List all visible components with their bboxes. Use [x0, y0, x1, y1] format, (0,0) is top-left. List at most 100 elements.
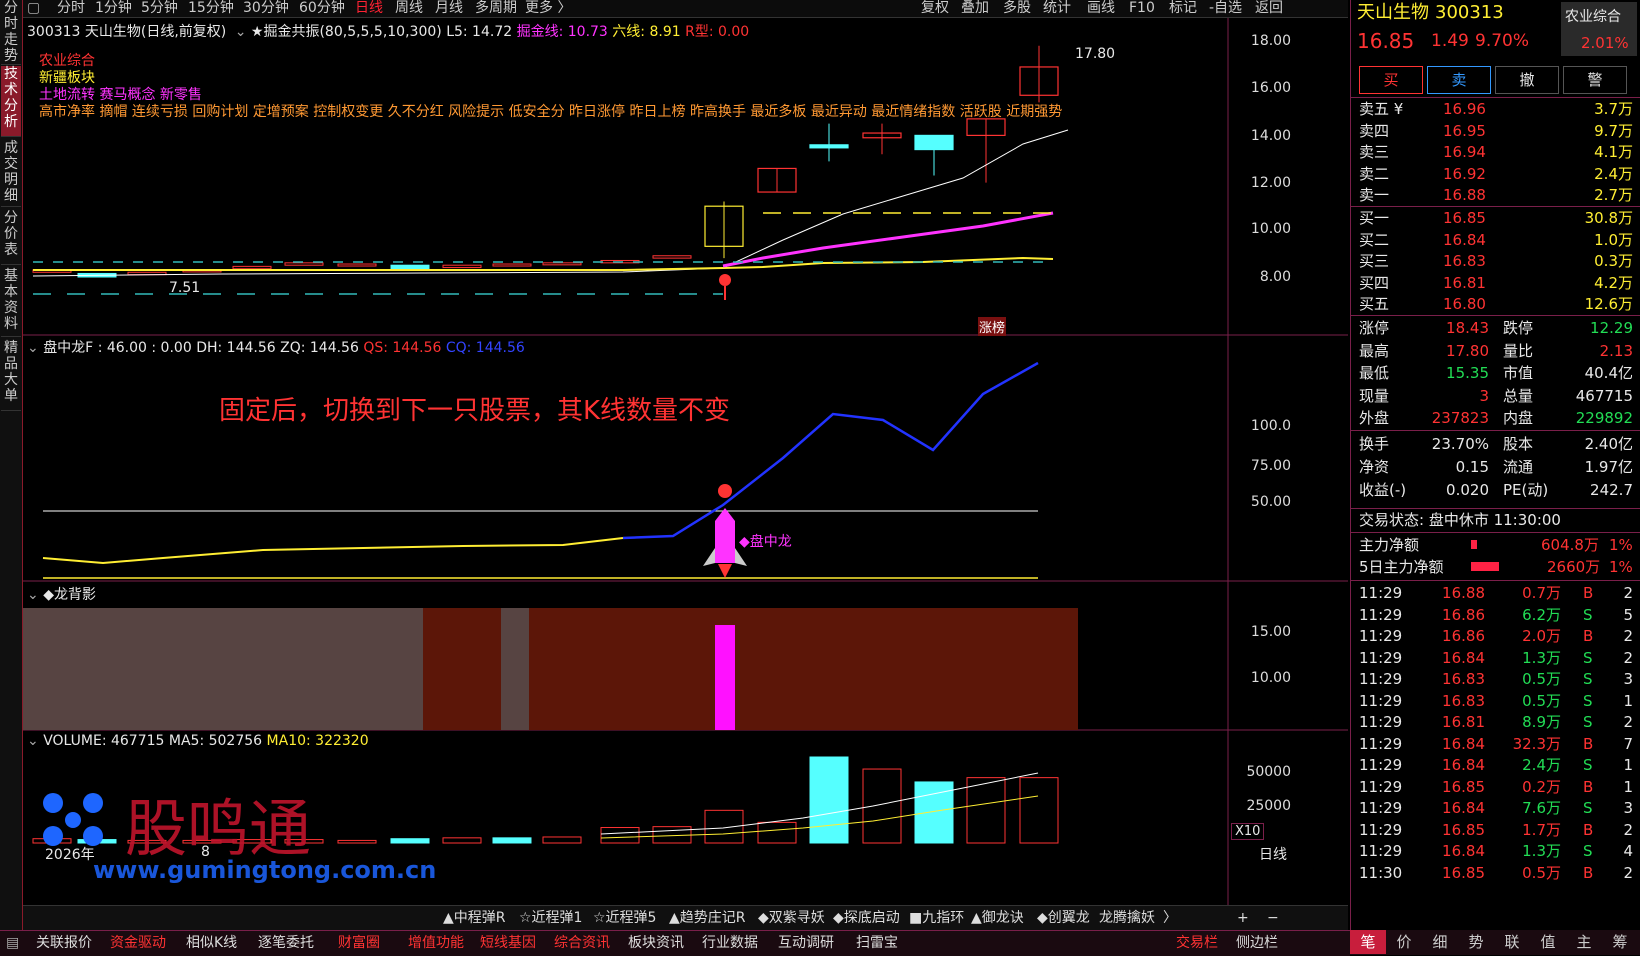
sell-button[interactable]: 卖 [1427, 66, 1491, 94]
bottom-function-item[interactable]: 扫雷宝 [856, 931, 898, 955]
tool-button[interactable]: 统计 [1043, 0, 1071, 16]
chart-area[interactable]: 300313 天山生物(日线,前复权) ⌄ ★掘金共振(80,5,5,5,10,… [23, 18, 1348, 906]
detail-tab[interactable]: 势 [1458, 930, 1494, 954]
left-tab-1[interactable]: 技术分析 [1, 66, 21, 137]
left-tab-3[interactable]: 分价表 [1, 210, 21, 265]
indicator-toggle-icon[interactable]: ⌄ [235, 24, 247, 40]
period-tab[interactable]: 周线 [395, 0, 423, 16]
bottom-function-item[interactable]: 逐笔委托 [258, 931, 314, 955]
volume-title[interactable]: VOLUME: 467715 [43, 733, 164, 749]
tick-price: 16.83 [1442, 691, 1485, 710]
indicator-tab[interactable]: ◆创翼龙 [1037, 906, 1090, 930]
detail-tab[interactable]: 细 [1422, 930, 1458, 954]
ask-row[interactable]: 卖四 16.95 9.7万 [1351, 120, 1640, 142]
panel-toggle-icon[interactable]: ▢ [27, 0, 40, 16]
bid-row[interactable]: 买三 16.83 0.3万 [1351, 250, 1640, 272]
bid-row[interactable]: 买一 16.85 30.8万 [1351, 207, 1640, 229]
indicator-tab[interactable]: 龙腾擒妖 [1099, 906, 1155, 930]
zhangbang-badge[interactable]: 涨榜 [978, 317, 1007, 336]
bottom-function-item[interactable]: 相似K线 [186, 931, 237, 955]
bottom-function-item[interactable]: 互动调研 [778, 931, 834, 955]
left-tab-5[interactable]: 精品大单 [1, 340, 21, 411]
detail-tab[interactable]: 联 [1494, 930, 1530, 954]
left-tab-4[interactable]: 基本资料 [1, 268, 21, 337]
period-tab[interactable]: 分时 [57, 0, 85, 16]
bid-row[interactable]: 买二 16.84 1.0万 [1351, 229, 1640, 251]
bottom-function-item[interactable]: 短线基因 [480, 931, 536, 955]
period-tab[interactable]: 月线 [435, 0, 463, 16]
detail-tab[interactable]: 笔 [1350, 930, 1386, 954]
detail-tab[interactable]: 价 [1386, 930, 1422, 954]
x10-badge[interactable]: X10 [1231, 823, 1265, 840]
tool-button[interactable]: 叠加 [961, 0, 989, 16]
tool-button[interactable]: -自选 [1209, 0, 1242, 16]
left-tab-2[interactable]: 成交明细 [1, 140, 21, 207]
indicator-toggle-icon[interactable]: ⌄ [27, 733, 39, 749]
longbei-title[interactable]: ◆龙背影 [43, 587, 96, 603]
indicator-tab[interactable]: ■九指环 [909, 906, 964, 930]
period-tab[interactable]: 60分钟 [299, 0, 345, 16]
bottom-function-item[interactable]: 行业数据 [702, 931, 758, 955]
bottom-function-item[interactable]: 资金驱动 [110, 931, 166, 955]
period-tab[interactable]: 5分钟 [141, 0, 178, 16]
indicator-tab[interactable]: ◆双紫寻妖 [758, 906, 825, 930]
period-tab[interactable]: 多周期 [475, 0, 517, 16]
tool-button[interactable]: 标记 [1169, 0, 1197, 16]
volume-bar [542, 836, 582, 844]
tool-button[interactable]: 复权 [921, 0, 949, 16]
bid-row[interactable]: 买四 16.81 4.2万 [1351, 272, 1640, 294]
indicator-tab[interactable]: ▲御龙诀 [971, 906, 1024, 930]
warning-tags[interactable]: 高市净率 摘帽 连续亏损 回购计划 定增预案 控制权变更 久不分红 风险提示 低… [39, 101, 1062, 121]
bottom-function-item[interactable]: 综合资讯 [554, 931, 610, 955]
period-tab[interactable]: 日线 [355, 0, 383, 16]
bottom-function-item[interactable]: 增值功能 [408, 931, 464, 955]
indicator-toggle-icon[interactable]: ⌄ [27, 340, 39, 356]
detail-tab[interactable]: 值 [1530, 930, 1566, 954]
main-net5-row[interactable]: 5日主力净额 2660万 1% [1351, 556, 1640, 578]
buy-button[interactable]: 买 [1359, 66, 1423, 94]
bottom-function-item[interactable]: 财富圈 [338, 931, 380, 955]
period-tab[interactable]: 1分钟 [95, 0, 132, 16]
period-tab[interactable]: 30分钟 [243, 0, 289, 16]
main-net-row[interactable]: 主力净额 604.8万 1% [1351, 534, 1640, 556]
stat-value: 12.29 [1590, 319, 1633, 337]
tool-button[interactable]: F10 [1129, 0, 1155, 16]
ask-price: 16.96 [1443, 100, 1486, 118]
indicator-tab[interactable]: ◆探底启动 [833, 906, 900, 930]
panzhong-title[interactable]: 盘中龙F : 46.00 : 0.00 [43, 340, 192, 356]
cancel-button[interactable]: 撤 [1495, 66, 1559, 94]
bid-row[interactable]: 买五 16.80 12.6万 [1351, 293, 1640, 315]
kline-svg[interactable] [23, 18, 1348, 906]
indicator-tab[interactable]: ▲趋势庄记R [669, 906, 746, 930]
ask-row[interactable]: 卖三 16.94 4.1万 [1351, 141, 1640, 163]
ask-row[interactable]: 卖二 16.92 2.4万 [1351, 163, 1640, 185]
tool-button[interactable]: 返回 [1255, 0, 1283, 16]
ask-row[interactable]: 卖五 ¥ 16.96 3.7万 [1351, 98, 1640, 120]
detail-tab[interactable]: 主 [1566, 930, 1602, 954]
divider [1351, 315, 1640, 316]
left-tab-0[interactable]: 分时走势 [1, 0, 21, 65]
bottom-function-item[interactable]: 关联报价 [36, 931, 92, 955]
period-tab[interactable]: 更多 〉 [525, 0, 571, 16]
sidebar-toggle[interactable]: 侧边栏 [1236, 931, 1278, 955]
indicator-tab[interactable]: 〉 [1163, 906, 1177, 930]
detail-tab[interactable]: 筹 [1602, 930, 1638, 954]
add-icon[interactable]: + [1237, 906, 1249, 930]
indicator-tab[interactable]: ☆近程弹5 [593, 906, 656, 930]
tool-button[interactable]: 画线 [1087, 0, 1115, 16]
tick-direction: S [1583, 691, 1593, 710]
stock-name[interactable]: 天山生物 [1357, 2, 1429, 24]
tick-price: 16.84 [1442, 842, 1485, 860]
trade-bar-toggle[interactable]: 交易栏 [1176, 931, 1218, 955]
alert-button[interactable]: 警 [1563, 66, 1627, 94]
bottom-function-item[interactable]: 板块资讯 [628, 931, 684, 955]
ask-row[interactable]: 卖一 16.88 2.7万 [1351, 184, 1640, 206]
indicator-toggle-icon[interactable]: ⌄ [27, 587, 39, 603]
period-tab[interactable]: 15分钟 [188, 0, 234, 16]
indicator-tab[interactable]: ▲中程弹R [443, 906, 506, 930]
minus-icon[interactable]: − [1267, 906, 1279, 930]
indicator-tab[interactable]: ☆近程弹1 [519, 906, 582, 930]
menu-icon[interactable]: ▤ [6, 931, 19, 955]
indicator-name[interactable]: ★掘金共振(80,5,5,5,10,300) [251, 24, 442, 40]
tool-button[interactable]: 多股 [1003, 0, 1031, 16]
